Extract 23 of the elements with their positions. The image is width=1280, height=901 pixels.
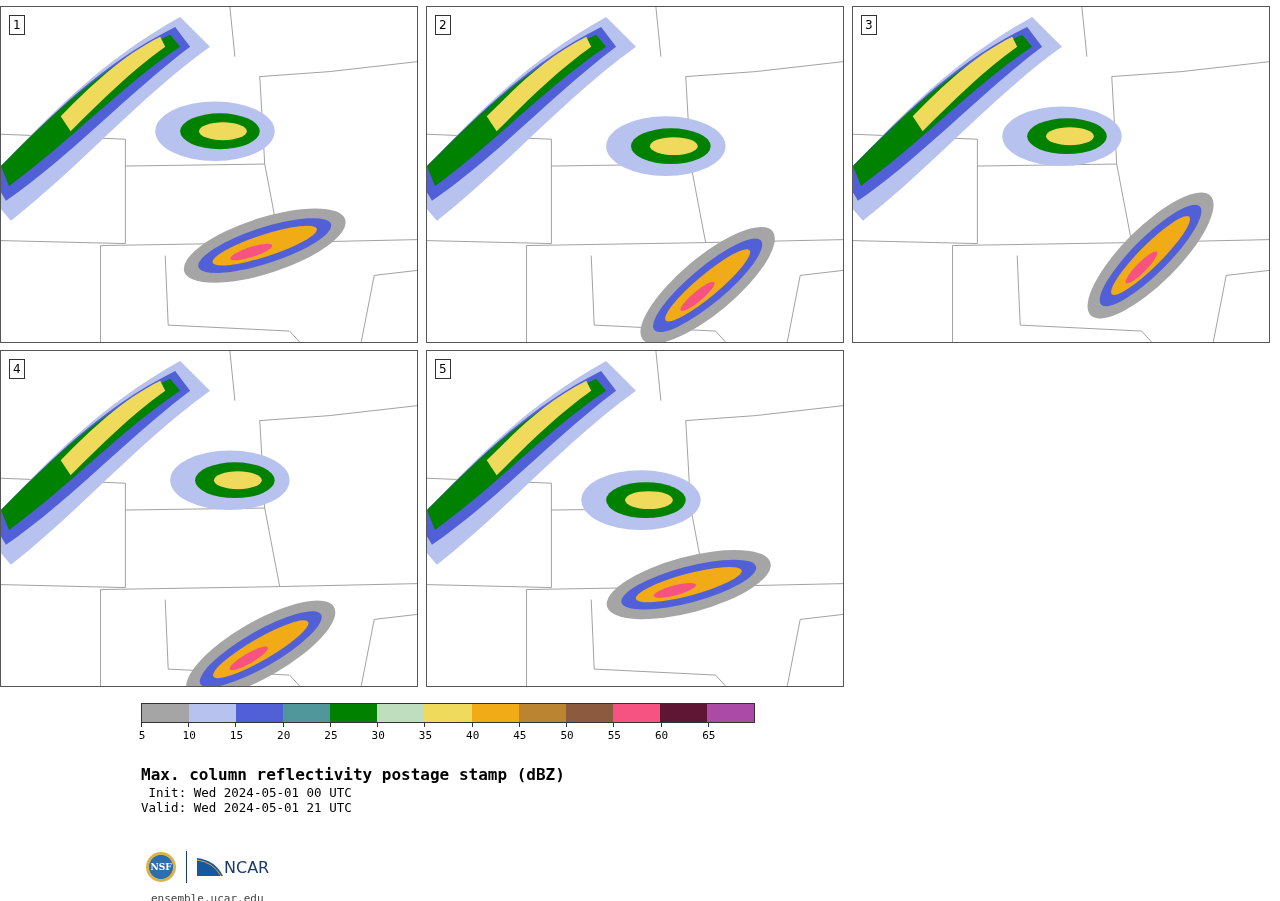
- tick-label: 20: [277, 729, 291, 742]
- panel-number: 1: [9, 15, 25, 35]
- tick-label: 60: [654, 729, 669, 742]
- chart-title: Max. column reflectivity postage stamp (dBZ): [141, 765, 566, 785]
- panel-number: 5: [435, 359, 451, 379]
- tick-label: 5: [138, 729, 146, 742]
- nsf-logo: NSF: [146, 852, 176, 882]
- tick-label: 15: [229, 729, 244, 742]
- init-time: Init: Wed 2024-05-01 00 UTC: [147, 785, 353, 800]
- tick-label: 55: [607, 729, 621, 742]
- tick-label: 10: [182, 729, 196, 742]
- panel-number: 3: [861, 15, 877, 35]
- valid-time: Valid: Wed 2024-05-01 21 UTC: [141, 800, 353, 815]
- tick-label: 50: [560, 729, 574, 742]
- panel-number: 2: [435, 15, 451, 35]
- tick-label: 30: [371, 729, 385, 742]
- panel-number: 4: [9, 359, 25, 379]
- tick-label: 25: [324, 729, 338, 742]
- tick-label: 45: [513, 729, 527, 742]
- tick-label: 40: [466, 729, 480, 742]
- tick-label: 35: [418, 729, 433, 742]
- tick-label: 65: [702, 729, 716, 742]
- ncar-logo: NCAR: [197, 858, 270, 876]
